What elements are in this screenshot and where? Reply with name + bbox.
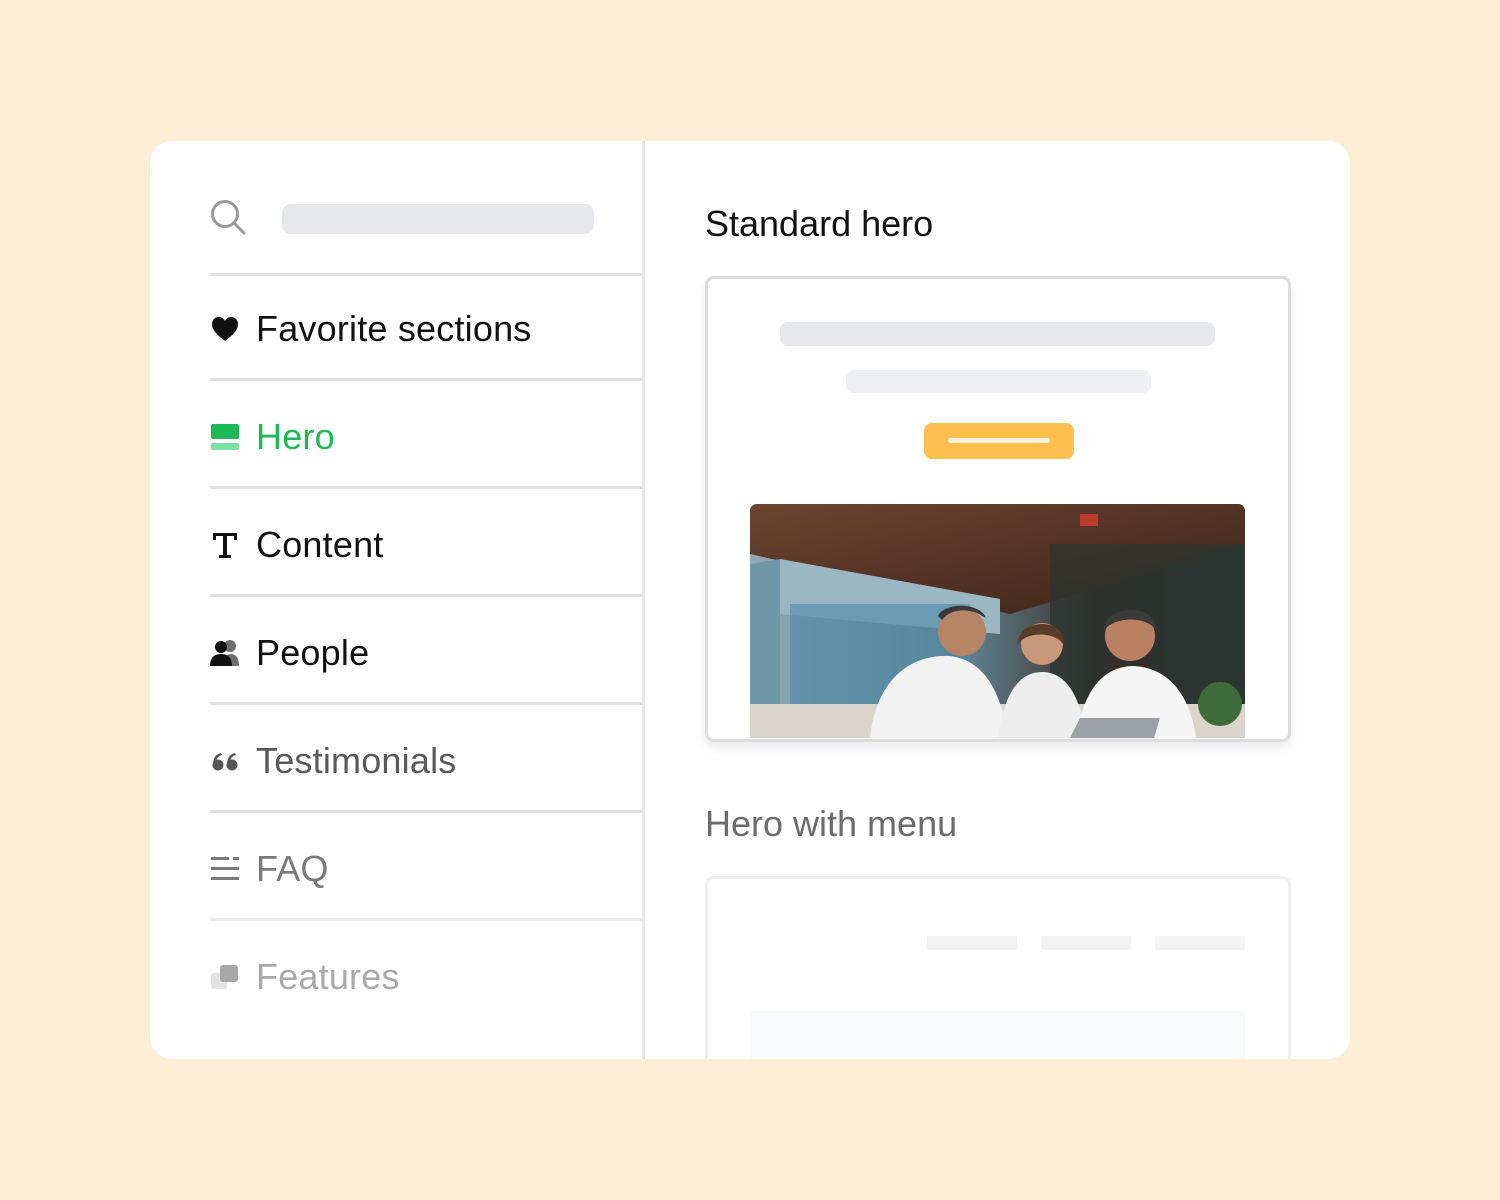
sidebar-item-label: Hero (256, 416, 335, 457)
list-icon (210, 854, 240, 884)
placeholder-menu-item (1041, 936, 1131, 950)
divider (210, 378, 642, 381)
section-title-standard-hero: Standard hero (705, 203, 934, 244)
divider (210, 810, 642, 813)
sidebar-item-people[interactable]: People (210, 600, 642, 705)
placeholder-menu-item (927, 936, 1017, 950)
preview-panel: Standard hero Hero with menu (645, 141, 1350, 1059)
placeholder-headline (780, 322, 1215, 346)
sidebar-item-label: FAQ (256, 848, 329, 889)
cta-label-placeholder (948, 438, 1050, 443)
cta-button-placeholder[interactable] (924, 423, 1074, 459)
sidebar-item-hero[interactable]: Hero (210, 384, 642, 489)
sidebar-item-content[interactable]: Content (210, 492, 642, 597)
hero-with-menu-preview-card[interactable] (705, 876, 1291, 1059)
sidebar-item-faq[interactable]: FAQ (210, 816, 642, 921)
placeholder-hero-block (750, 1011, 1245, 1059)
sidebar-item-testimonials[interactable]: Testimonials (210, 708, 642, 813)
page-background: Favorite sections Hero Content People Te… (0, 0, 1500, 1200)
standard-hero-preview-card[interactable] (705, 276, 1291, 742)
search-input[interactable] (282, 204, 594, 234)
sidebar-item-label: People (256, 632, 370, 673)
sidebar-item-label: Features (256, 956, 400, 997)
sidebar-item-features[interactable]: Features (210, 924, 642, 1029)
sidebar-item-label: Favorite sections (256, 308, 532, 349)
divider (210, 918, 642, 921)
people-icon (210, 638, 240, 668)
placeholder-subheadline (846, 370, 1151, 393)
sidebar-item-label: Testimonials (256, 740, 457, 781)
sidebar-item-favorite-sections[interactable]: Favorite sections (210, 276, 642, 381)
section-title-hero-with-menu: Hero with menu (705, 803, 958, 844)
features-icon (210, 962, 240, 992)
divider (210, 594, 642, 597)
hero-photo (750, 504, 1245, 738)
placeholder-menu-item (1155, 936, 1245, 950)
section-picker-window: Favorite sections Hero Content People Te… (150, 141, 1350, 1059)
divider (210, 702, 642, 705)
sidebar-item-label: Content (256, 524, 384, 565)
hero-layout-icon (210, 422, 240, 452)
search-icon[interactable] (210, 199, 246, 235)
heart-icon (210, 314, 240, 344)
quote-icon (210, 746, 240, 776)
divider (210, 486, 642, 489)
sidebar: Favorite sections Hero Content People Te… (150, 141, 645, 1059)
text-icon (210, 530, 240, 560)
search-bar (210, 197, 642, 273)
